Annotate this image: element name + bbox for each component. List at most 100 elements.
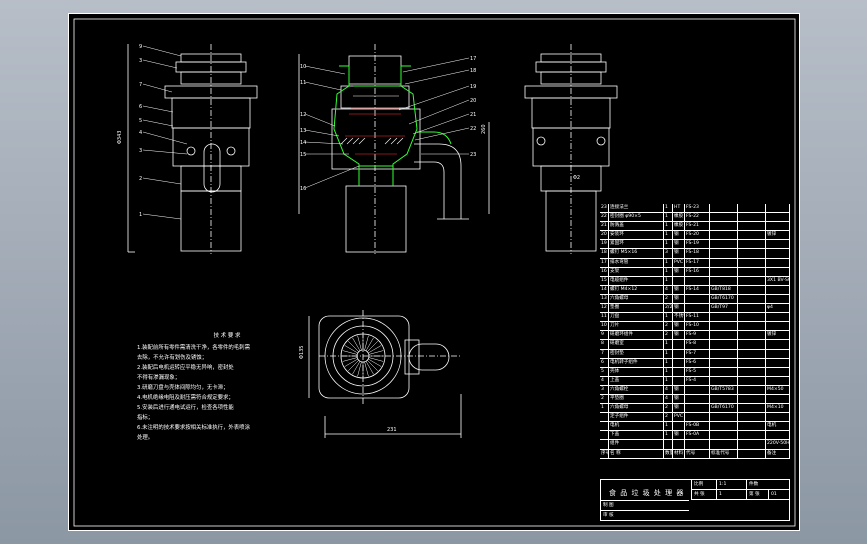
bom-cell-name: 电缆组件 — [609, 276, 664, 285]
bom-cell-weight — [738, 440, 766, 449]
bom-cell-mat: 钢 — [673, 304, 685, 313]
bom-cell-code: FS-9 — [685, 331, 710, 340]
bom-cell-note: 镀锌 — [766, 331, 790, 340]
bom-cell-code: FS-18 — [685, 249, 710, 258]
bom-cell-weight — [738, 331, 766, 340]
dim-right-label: Φ2 — [573, 175, 580, 181]
bom-cell-qty: 1 — [664, 231, 673, 240]
bom-cell-code: FS-14 — [685, 285, 710, 294]
note-line: 1.装配前所有零件需清洗干净，各零件的毛刺需 — [137, 345, 250, 351]
bom-cell-qty: 1 — [664, 376, 673, 385]
bom-cell-no: 6 — [600, 358, 609, 367]
bom-cell-qty: 数量 — [664, 449, 673, 458]
bom-cell-note — [766, 240, 790, 249]
notes-title: 技 术 要 求 — [213, 333, 241, 339]
bom-cell-no: 17 — [600, 258, 609, 267]
grinder-spoke — [347, 360, 359, 372]
bom-cell-name: 电机转子组件 — [609, 358, 664, 367]
left-view-label-group: 9 3 7 6 5 4 3 2 1 — [139, 44, 142, 218]
bom-cell-qty: 2 — [664, 404, 673, 413]
bom-cell-std — [710, 340, 738, 349]
bom-cell-note: 备注 — [766, 449, 790, 458]
bom-cell-note — [766, 267, 790, 276]
bom-cell-std — [710, 267, 738, 276]
bom-cell-note — [766, 285, 790, 294]
bom-cell-mat — [673, 376, 685, 385]
bom-cell-name: 平垫圈 — [609, 394, 664, 404]
bom-cell-code: FS-21 — [685, 222, 710, 231]
bom-cell-no: 2 — [600, 394, 609, 404]
note-line: 2.装配后电机运转应平稳无异响，密封处 — [137, 365, 234, 371]
bom-row: 序号名 称数量材料代号标准代号 备注 — [600, 449, 790, 459]
bom-cell-weight — [738, 340, 766, 349]
grinder-spoke — [347, 340, 359, 352]
bom-cell-no: 8 — [600, 340, 609, 349]
drawn-by: 制 图 — [601, 500, 689, 510]
bom-cell-name: 密封垫 — [609, 349, 664, 358]
bom-cell-weight — [738, 449, 766, 458]
bom-row: 17 排水弯管 1 PVC FS-17 — [600, 258, 790, 268]
sheet-label: 件数 — [746, 480, 790, 490]
part-label: 1 — [139, 212, 142, 218]
part-label: 16 — [300, 186, 306, 192]
bom-cell-weight — [738, 222, 766, 231]
bom-cell-note: M4×10 — [766, 404, 790, 413]
part-label: 17 — [470, 56, 476, 62]
bom-cell-std — [710, 231, 738, 240]
bom-row: 电机 1 FS-0B 电机 — [600, 422, 790, 432]
bom-cell-no: 3 — [600, 385, 609, 394]
bom-cell-weight — [738, 394, 766, 404]
qty-value: 1 — [716, 490, 746, 500]
section-teeth — [340, 95, 404, 145]
scale-label: 比例 — [691, 480, 716, 490]
bom-cell-std — [710, 358, 738, 367]
bom-cell-no: 15 — [600, 276, 609, 285]
note-line: 3.研磨刀盘与壳体间隙均匀，无卡滞； — [137, 385, 229, 391]
bom-cell-mat: 钢 — [673, 240, 685, 249]
bom-cell-no: 21 — [600, 222, 609, 231]
bom-cell-note: 电机 — [766, 422, 790, 431]
bom-cell-no — [600, 431, 609, 440]
bom-cell-mat: PVC — [673, 258, 685, 267]
bom-cell-code: FS-17 — [685, 258, 710, 267]
bom-cell-mat: 钢 — [673, 394, 685, 404]
bom-cell-code: FS-20 — [685, 231, 710, 240]
bom-cell-weight — [738, 404, 766, 413]
bom-row: 下盖 1 钢 FS-0A — [600, 431, 790, 441]
bom-cell-note — [766, 313, 790, 322]
bom-row: 1 六角螺母 2 钢 GB/T6170 M4×10 — [600, 404, 790, 414]
bom-cell-code: FS-4 — [685, 376, 710, 385]
bom-cell-mat: 钢 — [673, 285, 685, 294]
bom-cell-no: 5 — [600, 367, 609, 376]
bom-cell-qty: 2/2 — [664, 304, 673, 313]
section-label-group: 10 11 12 13 14 15 16 17 18 19 20 21 22 23 — [300, 56, 476, 192]
bom-cell-note — [766, 431, 790, 440]
bom-row: 4 上盖 1 FS-4 — [600, 376, 790, 386]
bom-cell-name: 排水弯管 — [609, 258, 664, 267]
bom-cell-code — [685, 276, 710, 285]
bom-cell-mat: 钢 — [673, 231, 685, 240]
bom-cell-name: 定子组件 — [609, 413, 664, 422]
bom-row: 18 螺钉 M5×16 3 钢 FS-18 — [600, 249, 790, 259]
title-block: 食 品 垃 圾 处 理 器 比例 1:1 件数 共 张 1 第 张 01 制 图… — [600, 479, 790, 521]
bom-cell-code — [685, 294, 710, 304]
bom-cell-code — [685, 440, 710, 449]
bom-cell-std — [710, 413, 738, 422]
part-label: 6 — [139, 104, 142, 110]
bom-cell-weight — [738, 413, 766, 422]
bom-cell-qty: 2 — [664, 294, 673, 304]
bom-row: 14 螺钉 M4×12 4 钢 FS-14 GB/T818 — [600, 285, 790, 295]
bom-cell-std — [710, 422, 738, 431]
bom-cell-std — [710, 394, 738, 404]
bom-cell-mat — [673, 358, 685, 367]
bom-cell-name: 研磨室 — [609, 340, 664, 349]
bom-row: 3 六角螺栓 4 钢 GB/T5783 M4×50 — [600, 385, 790, 395]
part-label: 14 — [300, 140, 306, 146]
bom-cell-note — [766, 340, 790, 349]
bom-cell-note — [766, 413, 790, 422]
bom-cell-name: 螺钉 M5×16 — [609, 249, 664, 258]
bom-cell-note — [766, 258, 790, 267]
bom-cell-qty: 1 — [664, 340, 673, 349]
bom-cell-code: 代号 — [685, 449, 710, 458]
bom-cell-no — [600, 422, 609, 431]
